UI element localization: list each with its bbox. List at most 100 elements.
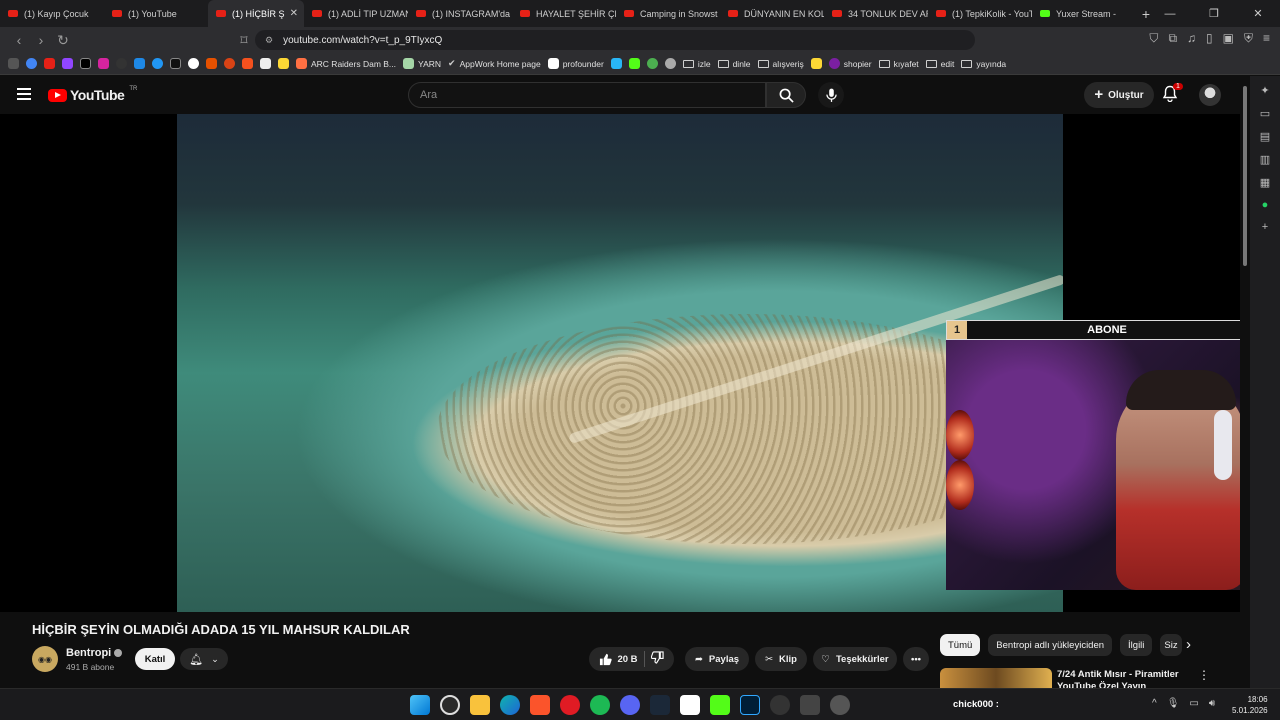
thanks-button[interactable]: ♡ Teşekkürler — [813, 647, 897, 671]
browser-tab[interactable]: DÜNYANIN EN KOL — [720, 0, 824, 27]
file-explorer-icon[interactable] — [470, 695, 490, 715]
spotify-icon[interactable] — [590, 695, 610, 715]
sidebar-icon[interactable]: ▯ — [1206, 31, 1213, 46]
openai-icon[interactable] — [664, 58, 676, 69]
extensions-icon[interactable]: ⧉ — [1168, 31, 1177, 46]
join-button[interactable]: Katıl — [135, 648, 175, 670]
recommended-title[interactable]: 7/24 Antik Mısır - Piramitler YouTube Öz… — [1057, 669, 1207, 688]
app-icon[interactable] — [800, 695, 820, 715]
search-button[interactable] — [766, 82, 806, 108]
chevron-right-icon[interactable]: › — [1186, 636, 1191, 653]
wallet-icon[interactable]: ▣ — [1223, 31, 1234, 46]
share-button[interactable]: ➦ Paylaş — [685, 647, 749, 671]
add-panel-icon[interactable]: + — [1262, 221, 1268, 233]
menu-icon[interactable]: ≡ — [1263, 31, 1270, 46]
target-icon[interactable] — [224, 58, 235, 69]
bookmark-icon[interactable] — [610, 58, 622, 69]
search-taskbar-icon[interactable] — [440, 695, 460, 715]
channel-name[interactable]: Bentropi — [66, 647, 123, 659]
search-input[interactable]: Ara — [408, 82, 766, 108]
hbi-icon[interactable] — [206, 58, 217, 69]
page-scrollbar[interactable] — [1240, 76, 1250, 688]
y-icon[interactable] — [810, 58, 822, 69]
browser-tab[interactable]: HAYALET ŞEHİR ÇER — [512, 0, 616, 27]
browser-tab[interactable]: Yuxer Stream - — [1032, 0, 1136, 27]
bookmark-item[interactable]: ✔ AppWork Home page — [448, 58, 541, 69]
scrollbar-thumb[interactable] — [1243, 86, 1247, 266]
video-player[interactable]: 1 ABONE 15 — [0, 114, 1240, 612]
youtube-logo[interactable]: YouTube TR — [48, 86, 137, 103]
like-button[interactable]: 20 B — [599, 653, 638, 666]
browser-tab[interactable]: (1) Kayıp Çocuk — [0, 0, 104, 27]
account-avatar[interactable] — [1199, 84, 1221, 106]
mic-tray-icon[interactable]: 🎙︎ — [1167, 698, 1180, 709]
reload-icon[interactable]: ↻ — [52, 32, 74, 49]
browser-tab[interactable]: (1) YouTube — [104, 0, 208, 27]
bookmark-item[interactable]: shopier — [828, 58, 872, 69]
twitch-icon[interactable] — [62, 58, 73, 69]
bookmark-item[interactable]: profounder — [547, 58, 604, 69]
youtube-icon[interactable] — [44, 58, 55, 69]
chip-from-uploader[interactable]: Bentropi adlı yükleyiciden — [988, 634, 1113, 656]
more-vert-icon[interactable]: ⋮ — [1198, 668, 1210, 682]
voice-search-button[interactable] — [818, 82, 844, 108]
amazon-icon[interactable] — [260, 58, 271, 69]
m-icon[interactable] — [242, 58, 253, 69]
ai-icon[interactable]: ✦ — [1260, 84, 1269, 97]
close-tab-icon[interactable]: ✕ — [290, 8, 298, 19]
bookmark-folder[interactable]: izle — [682, 59, 711, 69]
close-window-icon[interactable]: ✕ — [1236, 7, 1280, 20]
bookmark-item[interactable]: YARN — [403, 58, 441, 69]
kick-taskbar-icon[interactable] — [710, 695, 730, 715]
channel-avatar[interactable]: ◉◉ — [32, 646, 58, 672]
forward-icon[interactable]: › — [30, 32, 52, 48]
shield-icon[interactable]: ⛉ — [1149, 31, 1158, 46]
kick-icon[interactable] — [628, 58, 640, 69]
subscription-bell-button[interactable]: 🔔︎ ⌄ — [180, 648, 228, 670]
cloud-icon[interactable] — [134, 58, 145, 69]
chip-related[interactable]: İlgili — [1120, 634, 1153, 656]
url-field[interactable]: ⚙ youtube.com/watch?v=t_p_9TIyxcQ — [255, 30, 975, 50]
video-frame[interactable] — [177, 114, 1063, 612]
volume-icon[interactable]: 🔊︎ — [1209, 698, 1215, 709]
brave-icon[interactable] — [530, 695, 550, 715]
app-icon[interactable] — [830, 695, 850, 715]
browser-tab[interactable]: 34 TONLUK DEV AR — [824, 0, 928, 27]
note-icon[interactable] — [278, 58, 289, 69]
vpn-icon[interactable]: ⛨ — [1244, 31, 1253, 46]
edge-icon[interactable] — [500, 695, 520, 715]
minimize-icon[interactable]: — — [1148, 8, 1192, 20]
maximize-icon[interactable]: ❐ — [1192, 7, 1236, 20]
more-actions-button[interactable]: ••• — [903, 647, 929, 671]
bookmark-page-icon[interactable]: ⌑ — [233, 32, 255, 49]
clip-button[interactable]: ✂ Klip — [755, 647, 807, 671]
bookmark-folder[interactable]: alışveriş — [757, 59, 804, 69]
chip-all[interactable]: Tümü — [940, 634, 981, 656]
browser-tab-active[interactable]: (1) HİÇBİR Ş ✕ — [208, 0, 304, 27]
tray-chevron-icon[interactable]: ^ — [1152, 698, 1157, 709]
dislike-button[interactable] — [650, 651, 664, 667]
site-info-icon[interactable]: ⚙ — [265, 35, 273, 46]
w-icon[interactable] — [170, 58, 181, 69]
tab-icon[interactable]: ▭ — [1260, 107, 1270, 120]
recommended-video[interactable]: 7/24 Antik Mısır - Piramitler YouTube Öz… — [940, 668, 1230, 688]
google-icon[interactable] — [26, 58, 37, 69]
browser-tab[interactable]: (1) INSTAGRAM'da — [408, 0, 512, 27]
bookmark-folder[interactable]: yayında — [961, 59, 1006, 69]
wallet-panel-icon[interactable]: ▤ — [1260, 130, 1270, 143]
recommended-thumbnail[interactable] — [940, 668, 1052, 688]
browser-tab[interactable]: (1) ADLİ TIP UZMAN — [304, 0, 408, 27]
create-button[interactable]: + Oluştur — [1084, 82, 1154, 108]
bookmark-folder[interactable]: kıyafet — [878, 59, 919, 69]
start-icon[interactable] — [410, 695, 430, 715]
obs-icon[interactable] — [770, 695, 790, 715]
github-icon[interactable] — [116, 58, 127, 69]
circle-icon[interactable] — [646, 58, 658, 69]
record-icon[interactable] — [188, 58, 199, 69]
network-icon[interactable]: ▭ — [1189, 698, 1198, 709]
back-icon[interactable]: ‹ — [8, 32, 30, 48]
browser-tab[interactable]: (1) TepkiKolik - YouT — [928, 0, 1032, 27]
apps-grid-icon[interactable] — [8, 58, 19, 69]
system-clock[interactable]: 18:06 5.01.2026 — [1232, 694, 1268, 716]
steam-icon[interactable] — [650, 695, 670, 715]
